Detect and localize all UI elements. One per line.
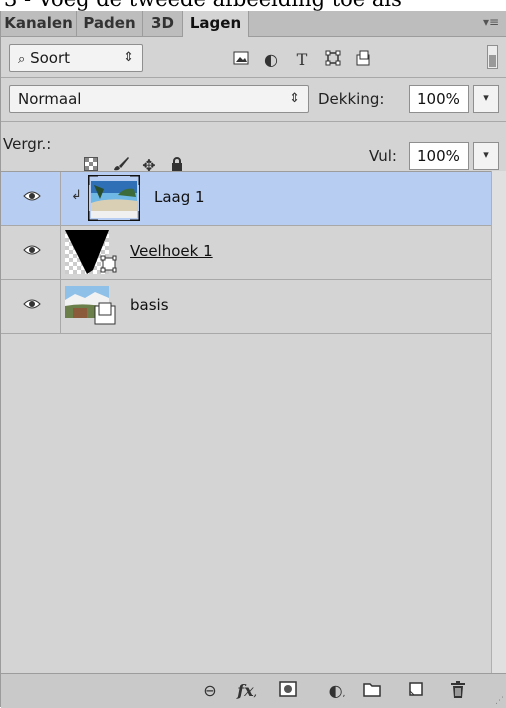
eye-icon[interactable] — [23, 190, 41, 202]
layer-thumbnail-beach[interactable] — [88, 175, 140, 221]
type-filter-icon[interactable]: T — [292, 50, 312, 70]
eye-icon[interactable] — [23, 298, 41, 310]
opacity-dropdown-button[interactable]: ▾ — [473, 85, 499, 113]
layer-name-veelhoek-1[interactable]: Veelhoek 1 — [130, 242, 213, 260]
layers-list: ↲ Laag 1 Veelhoek 1 basis — [1, 171, 491, 674]
panel-menu-icon[interactable]: ▾≡ — [482, 14, 500, 32]
filter-toggle-switch[interactable] — [487, 45, 498, 69]
fill-dropdown-button[interactable]: ▾ — [473, 142, 499, 170]
adjustment-filter-icon[interactable]: ◐ — [261, 50, 281, 70]
updown-arrows-icon: ⇕ — [289, 91, 300, 106]
blend-mode-select[interactable]: Normaal ⇕ — [9, 85, 309, 113]
smart-object-filter-icon[interactable] — [353, 50, 373, 70]
layer-thumbnail-basis[interactable] — [65, 286, 117, 326]
filter-kind-label: Soort — [30, 49, 70, 67]
folder-icon[interactable] — [361, 681, 383, 701]
layer-row-laag-1[interactable]: ↲ Laag 1 — [1, 172, 491, 226]
opacity-label: Dekking: — [318, 90, 385, 108]
tab-3d[interactable]: 3D — [143, 11, 183, 36]
opacity-input[interactable]: 100% — [409, 85, 469, 113]
adjustment-icon[interactable]: ◐, — [325, 681, 349, 701]
layers-panel: Kanalen Paden 3D Lagen ▾≡ ⌕ Soort ⇕ ◐ T … — [0, 11, 506, 708]
filter-kind-select[interactable]: ⌕ Soort ⇕ — [9, 44, 143, 72]
layer-name-laag-1[interactable]: Laag 1 — [154, 188, 205, 206]
image-filter-icon[interactable] — [231, 50, 251, 70]
document-caption: 3 - Voeg de tweede afbeelding toe als — [0, 0, 506, 11]
tab-paden[interactable]: Paden — [77, 11, 143, 36]
tab-lagen[interactable]: Lagen — [183, 11, 249, 37]
blend-mode-value: Normaal — [18, 90, 82, 108]
tab-kanalen[interactable]: Kanalen — [1, 11, 77, 36]
mask-icon[interactable] — [277, 681, 299, 701]
new-layer-icon[interactable] — [405, 681, 427, 701]
fill-input[interactable]: 100% — [409, 142, 469, 170]
layers-scrollbar[interactable] — [491, 171, 506, 673]
trash-icon[interactable] — [447, 681, 469, 701]
blend-row: Normaal ⇕ Dekking: 100% ▾ — [1, 78, 506, 120]
layer-thumbnail-shape[interactable] — [65, 230, 117, 276]
shape-filter-icon[interactable] — [323, 50, 343, 70]
panel-tab-bar: Kanalen Paden 3D Lagen ▾≡ — [1, 11, 506, 37]
visibility-cell[interactable] — [1, 226, 61, 279]
layer-row-veelhoek-1[interactable]: Veelhoek 1 — [1, 226, 491, 280]
visibility-cell[interactable] — [1, 280, 61, 333]
fx-icon[interactable]: fx, — [235, 681, 259, 701]
visibility-cell[interactable] — [1, 172, 61, 225]
filter-row: ⌕ Soort ⇕ ◐ T — [1, 37, 506, 77]
layer-name-basis[interactable]: basis — [130, 296, 169, 314]
layer-row-basis[interactable]: basis — [1, 280, 491, 334]
resize-grip-icon[interactable]: ⋰ — [495, 696, 504, 706]
search-icon: ⌕ — [18, 52, 26, 67]
updown-arrows-icon: ⇕ — [123, 50, 134, 65]
eye-icon[interactable] — [23, 244, 41, 256]
fill-label: Vul: — [369, 147, 397, 165]
panel-bottom-bar: ⊖ fx, ◐, ⋰ — [1, 673, 506, 708]
clipping-arrow-icon: ↲ — [71, 188, 82, 203]
lock-label: Vergr.: — [3, 135, 52, 153]
link-icon[interactable]: ⊖ — [199, 681, 221, 701]
